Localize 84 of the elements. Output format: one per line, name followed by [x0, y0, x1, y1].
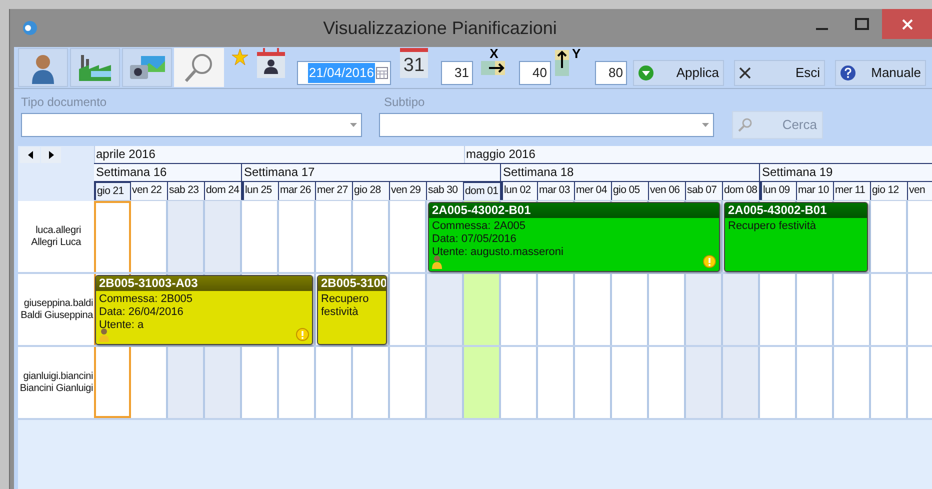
- view-tab[interactable]: [70, 48, 120, 87]
- appointment[interactable]: 2A005-43002-B01 Recupero festività: [724, 202, 868, 272]
- day-header: ven 29: [390, 182, 427, 200]
- close-button[interactable]: [882, 9, 932, 39]
- search-icon: [183, 52, 215, 84]
- search-icon: [738, 118, 752, 132]
- day-header: ven: [908, 182, 932, 200]
- day-header: ven 06: [649, 182, 686, 200]
- resource-login: gianluigi.biancini: [23, 370, 93, 382]
- appointment[interactable]: 2B005-31003-A03 Commessa: 2B005 Data: 26/04/2016 Utente: a: [95, 275, 313, 345]
- appointment-title: 2A005-43002-B01: [429, 203, 719, 218]
- day-header: mer 04: [575, 182, 612, 200]
- appointment-title: 2A005-43002-B01: [725, 203, 867, 218]
- day-header: gio 12: [871, 182, 908, 200]
- day-header: gio 28: [353, 182, 390, 200]
- previous-button[interactable]: [20, 147, 40, 163]
- field-label: Tipo documento: [21, 94, 107, 111]
- close-icon: [739, 67, 751, 79]
- down-arrow-circle-icon: [638, 65, 654, 81]
- toolbar-button[interactable]: Esci: [734, 60, 825, 86]
- appointment-text: Data: 07/05/2016: [432, 233, 518, 246]
- day-header: sab 07: [686, 182, 723, 200]
- day-header: ven 22: [131, 182, 168, 200]
- calendar-icon: [376, 67, 388, 79]
- left-triangle-icon: [28, 151, 32, 159]
- right-triangle-icon: [48, 151, 54, 159]
- toolbar-button[interactable]: Applica: [633, 60, 724, 86]
- y-axis-label: Y: [572, 47, 581, 60]
- appointment-text: Commessa: 2B005: [99, 293, 194, 306]
- month-header: maggio 2016: [464, 146, 932, 163]
- resource-login: giuseppina.baldi: [24, 298, 93, 310]
- day-header: dom 24: [205, 182, 242, 200]
- resource-name: Biancini Gianluigi: [20, 382, 93, 394]
- subtype-dropdown[interactable]: [379, 113, 714, 137]
- week-header: Settimana 17: [242, 164, 501, 181]
- star-icon: [232, 49, 248, 65]
- appointment-text: Data: 26/04/2016: [99, 306, 184, 319]
- x-axis-label: X: [490, 47, 498, 60]
- dropdown-caret-icon: [350, 123, 357, 127]
- next-button[interactable]: [41, 147, 61, 163]
- appointment-text: Utente: a: [99, 319, 145, 332]
- maximize-icon: [855, 18, 869, 30]
- calendar-person-icon: [257, 48, 285, 78]
- window-title: Visualizzazione Pianificazioni: [323, 16, 557, 40]
- view-tab[interactable]: [18, 48, 68, 87]
- toolbar-button[interactable]: Manuale: [835, 60, 926, 86]
- appointment-text: Utente: augusto.masseroni: [432, 246, 564, 259]
- day-header: mar 10: [797, 182, 834, 200]
- document-type-dropdown[interactable]: [21, 113, 362, 137]
- field-label: Subtipo: [384, 94, 425, 111]
- day-header: mar 26: [279, 182, 316, 200]
- appointment-text: Recupero festività: [728, 220, 818, 233]
- appointment[interactable]: 2A005-43002-B01 Commessa: 2A005 Data: 07/05/2016 Utente: augusto.masseroni: [428, 202, 720, 272]
- appointment-text: Commessa: 2A005: [432, 220, 527, 233]
- day-header: dom 01: [464, 182, 501, 200]
- close-icon: [902, 18, 912, 30]
- day-header: mer 11: [834, 182, 871, 200]
- minimize-icon: [816, 28, 828, 30]
- day-header: mer 27: [316, 182, 353, 200]
- view-tab[interactable]: [122, 48, 172, 87]
- resource-name: Baldi Giuseppina: [20, 310, 93, 322]
- appointment-title: 2B005-31003-A03: [96, 276, 312, 291]
- week-header: Settimana 18: [501, 164, 760, 181]
- appointment-text: festività: [321, 306, 360, 319]
- week-header: Settimana 16: [94, 164, 242, 181]
- x-field[interactable]: 40: [519, 61, 551, 85]
- dropdown-caret-icon: [702, 123, 709, 127]
- day-header: sab 23: [168, 182, 205, 200]
- resource-name: Allegri Luca: [31, 236, 81, 248]
- day-header: gio 21: [94, 182, 131, 200]
- resource-login: luca.allegri: [36, 224, 81, 236]
- month-header: aprile 2016: [94, 146, 464, 163]
- day-header: mar 03: [538, 182, 575, 200]
- right-arrow-icon: [481, 60, 507, 76]
- help-icon: [840, 65, 856, 81]
- appointment-text: Recupero: [321, 293, 370, 306]
- day-header: gio 05: [612, 182, 649, 200]
- y-field[interactable]: 80: [595, 61, 627, 85]
- up-arrow-icon: [554, 50, 570, 76]
- calendar-day-number: 31: [403, 56, 425, 74]
- week-header: Settimana 19: [760, 164, 932, 181]
- app-icon: [22, 20, 38, 36]
- day-header: dom 08: [723, 182, 760, 200]
- days-field[interactable]: 31: [441, 61, 473, 85]
